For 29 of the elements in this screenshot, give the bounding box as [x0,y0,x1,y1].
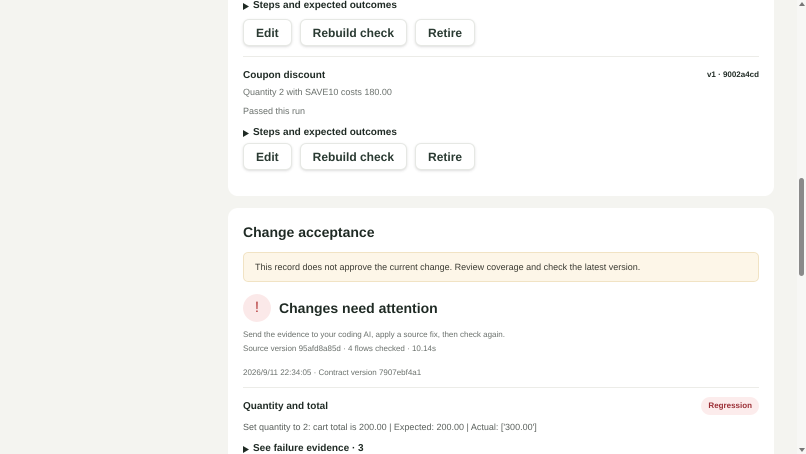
scroll-up-arrow-icon[interactable] [798,2,804,6]
scroll-down-arrow-icon[interactable] [798,448,804,452]
run-info: 2026/9/11 22:34:05 · Contract version 7907ebf4a1 [243,367,759,388]
disclosure-label[interactable]: Steps and expected outcomes [253,127,397,139]
failure-detail: Set quantity to 2: cart total is 200.00 | Expected: 200.00 | Actual: ['300.00'] [243,421,538,433]
notice-banner: This record does not approve the current change. Review coverage and check the latest version. [243,252,759,282]
failure-title: Quantity and total [243,400,328,414]
advice-text: Send the evidence to your coding AI, apply a source fix, then check again. [243,329,506,341]
version-label: v1 · 9002a4cd [706,69,759,81]
action-button[interactable]: Retire [415,143,476,170]
disclosure-triangle-icon[interactable] [243,2,249,10]
disclosure-label[interactable]: See failure evidence · 3 [253,443,364,454]
action-button[interactable]: Rebuild check [300,143,408,170]
action-button[interactable]: Edit [243,19,292,46]
disclosure-label[interactable]: Steps and expected outcomes [253,0,397,12]
check-description: Quantity 2 with SAVE10 costs 180.00 [243,86,393,98]
alert-icon: ! [243,294,271,322]
disclosure-triangle-icon[interactable] [243,446,249,452]
check-result: Passed this run [243,105,306,117]
regression-badge: Regression [701,397,759,415]
action-button[interactable]: Retire [415,19,476,46]
disclosure-triangle-icon[interactable] [243,130,249,136]
source-info: Source version 95afd8a85d · 4 flows checked · 10.14s [243,343,438,355]
scrollbar-drawing[interactable] [797,0,806,454]
action-button[interactable]: Edit [243,143,292,170]
action-button[interactable]: Rebuild check [300,19,408,46]
check-title: Coupon discount [243,69,326,83]
status-heading: Changes need attention [279,298,438,318]
section-heading: Change acceptance [243,223,376,241]
